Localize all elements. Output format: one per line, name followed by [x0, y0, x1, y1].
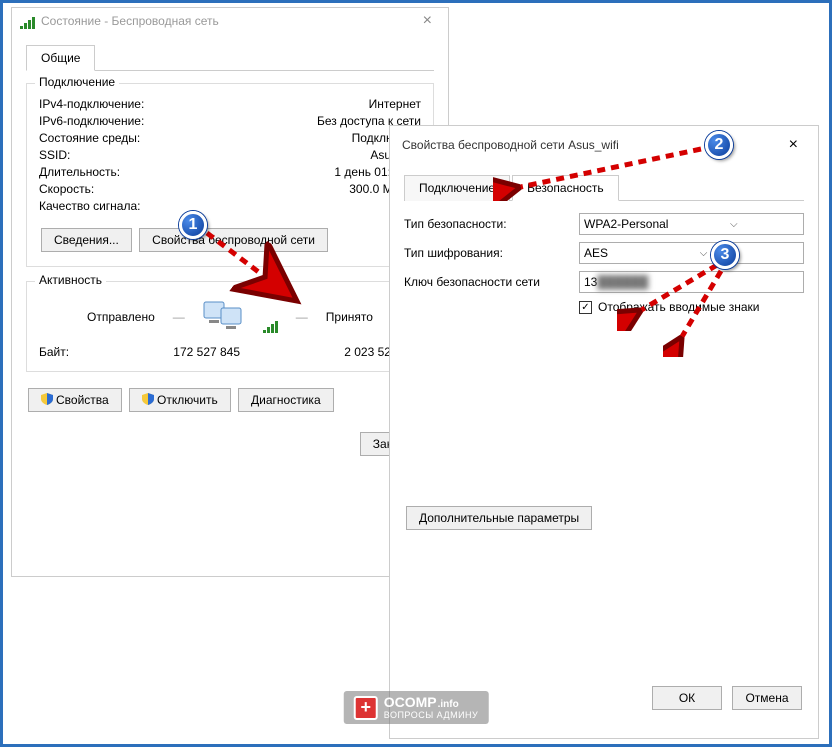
activity-signal-icon [263, 317, 278, 333]
duration-label: Длительность: [39, 165, 120, 179]
bytes-sent: 172 527 845 [173, 345, 240, 359]
shield-icon [41, 393, 53, 405]
security-type-value: WPA2-Personal [584, 217, 668, 231]
diagnostics-button[interactable]: Диагностика [238, 388, 334, 412]
ipv4-value: Интернет [369, 97, 421, 111]
show-chars-checkbox[interactable]: ✓ [579, 301, 592, 314]
signal-label: Качество сигнала: [39, 199, 140, 218]
annotation-badge-1: 1 [179, 211, 207, 239]
encryption-label: Тип шифрования: [404, 246, 579, 260]
shield-icon [142, 393, 154, 405]
cancel-button[interactable]: Отмена [732, 686, 802, 710]
sent-label: Отправлено [87, 310, 155, 324]
close-icon[interactable]: × [415, 12, 440, 30]
security-type-label: Тип безопасности: [404, 217, 579, 231]
security-type-combo[interactable]: WPA2-Personal ⌵ [579, 213, 804, 235]
watermark-main: OCOMP [384, 695, 437, 710]
chevron-down-icon: ⌵ [730, 219, 738, 230]
annotation-arrow-2 [493, 141, 713, 201]
watermark-sub: ВОПРОСЫ АДМИНУ [384, 711, 479, 720]
disable-button[interactable]: Отключить [129, 388, 231, 412]
speed-label: Скорость: [39, 182, 94, 196]
ipv4-label: IPv4-подключение: [39, 97, 144, 111]
advanced-button[interactable]: Дополнительные параметры [406, 506, 592, 530]
close-icon[interactable]: × [781, 136, 806, 154]
ok-button[interactable]: ОК [652, 686, 722, 710]
encryption-value: AES [584, 246, 608, 260]
activity-legend: Активность [35, 273, 106, 287]
annotation-arrow-1 [199, 223, 309, 313]
status-tabs: Общие [26, 44, 434, 71]
watermark-info: .info [438, 700, 459, 711]
connection-legend: Подключение [35, 75, 119, 89]
watermark: + OCOMP.info ВОПРОСЫ АДМИНУ [344, 691, 489, 724]
security-key-label: Ключ безопасности сети [404, 275, 579, 289]
plus-icon: + [354, 696, 378, 720]
ssid-label: SSID: [39, 148, 70, 162]
annotation-badge-3: 3 [711, 241, 739, 269]
wifi-icon [20, 13, 35, 29]
annotation-badge-2: 2 [705, 131, 733, 159]
media-label: Состояние среды: [39, 131, 140, 145]
status-titlebar: Состояние - Беспроводная сеть × [12, 8, 448, 34]
chevron-down-icon: ⌵ [700, 248, 708, 259]
wifi-props-window: Свойства беспроводной сети Asus_wifi × П… [389, 125, 819, 739]
bytes-label: Байт: [39, 345, 69, 359]
ipv6-label: IPv6-подключение: [39, 114, 144, 128]
recv-label: Принято [326, 310, 373, 324]
tab-general[interactable]: Общие [26, 45, 95, 71]
annotation-arrow-3b [663, 267, 763, 357]
status-window-title: Состояние - Беспроводная сеть [41, 14, 219, 28]
properties-button[interactable]: Свойства [28, 388, 122, 412]
details-button[interactable]: Сведения... [41, 228, 132, 252]
